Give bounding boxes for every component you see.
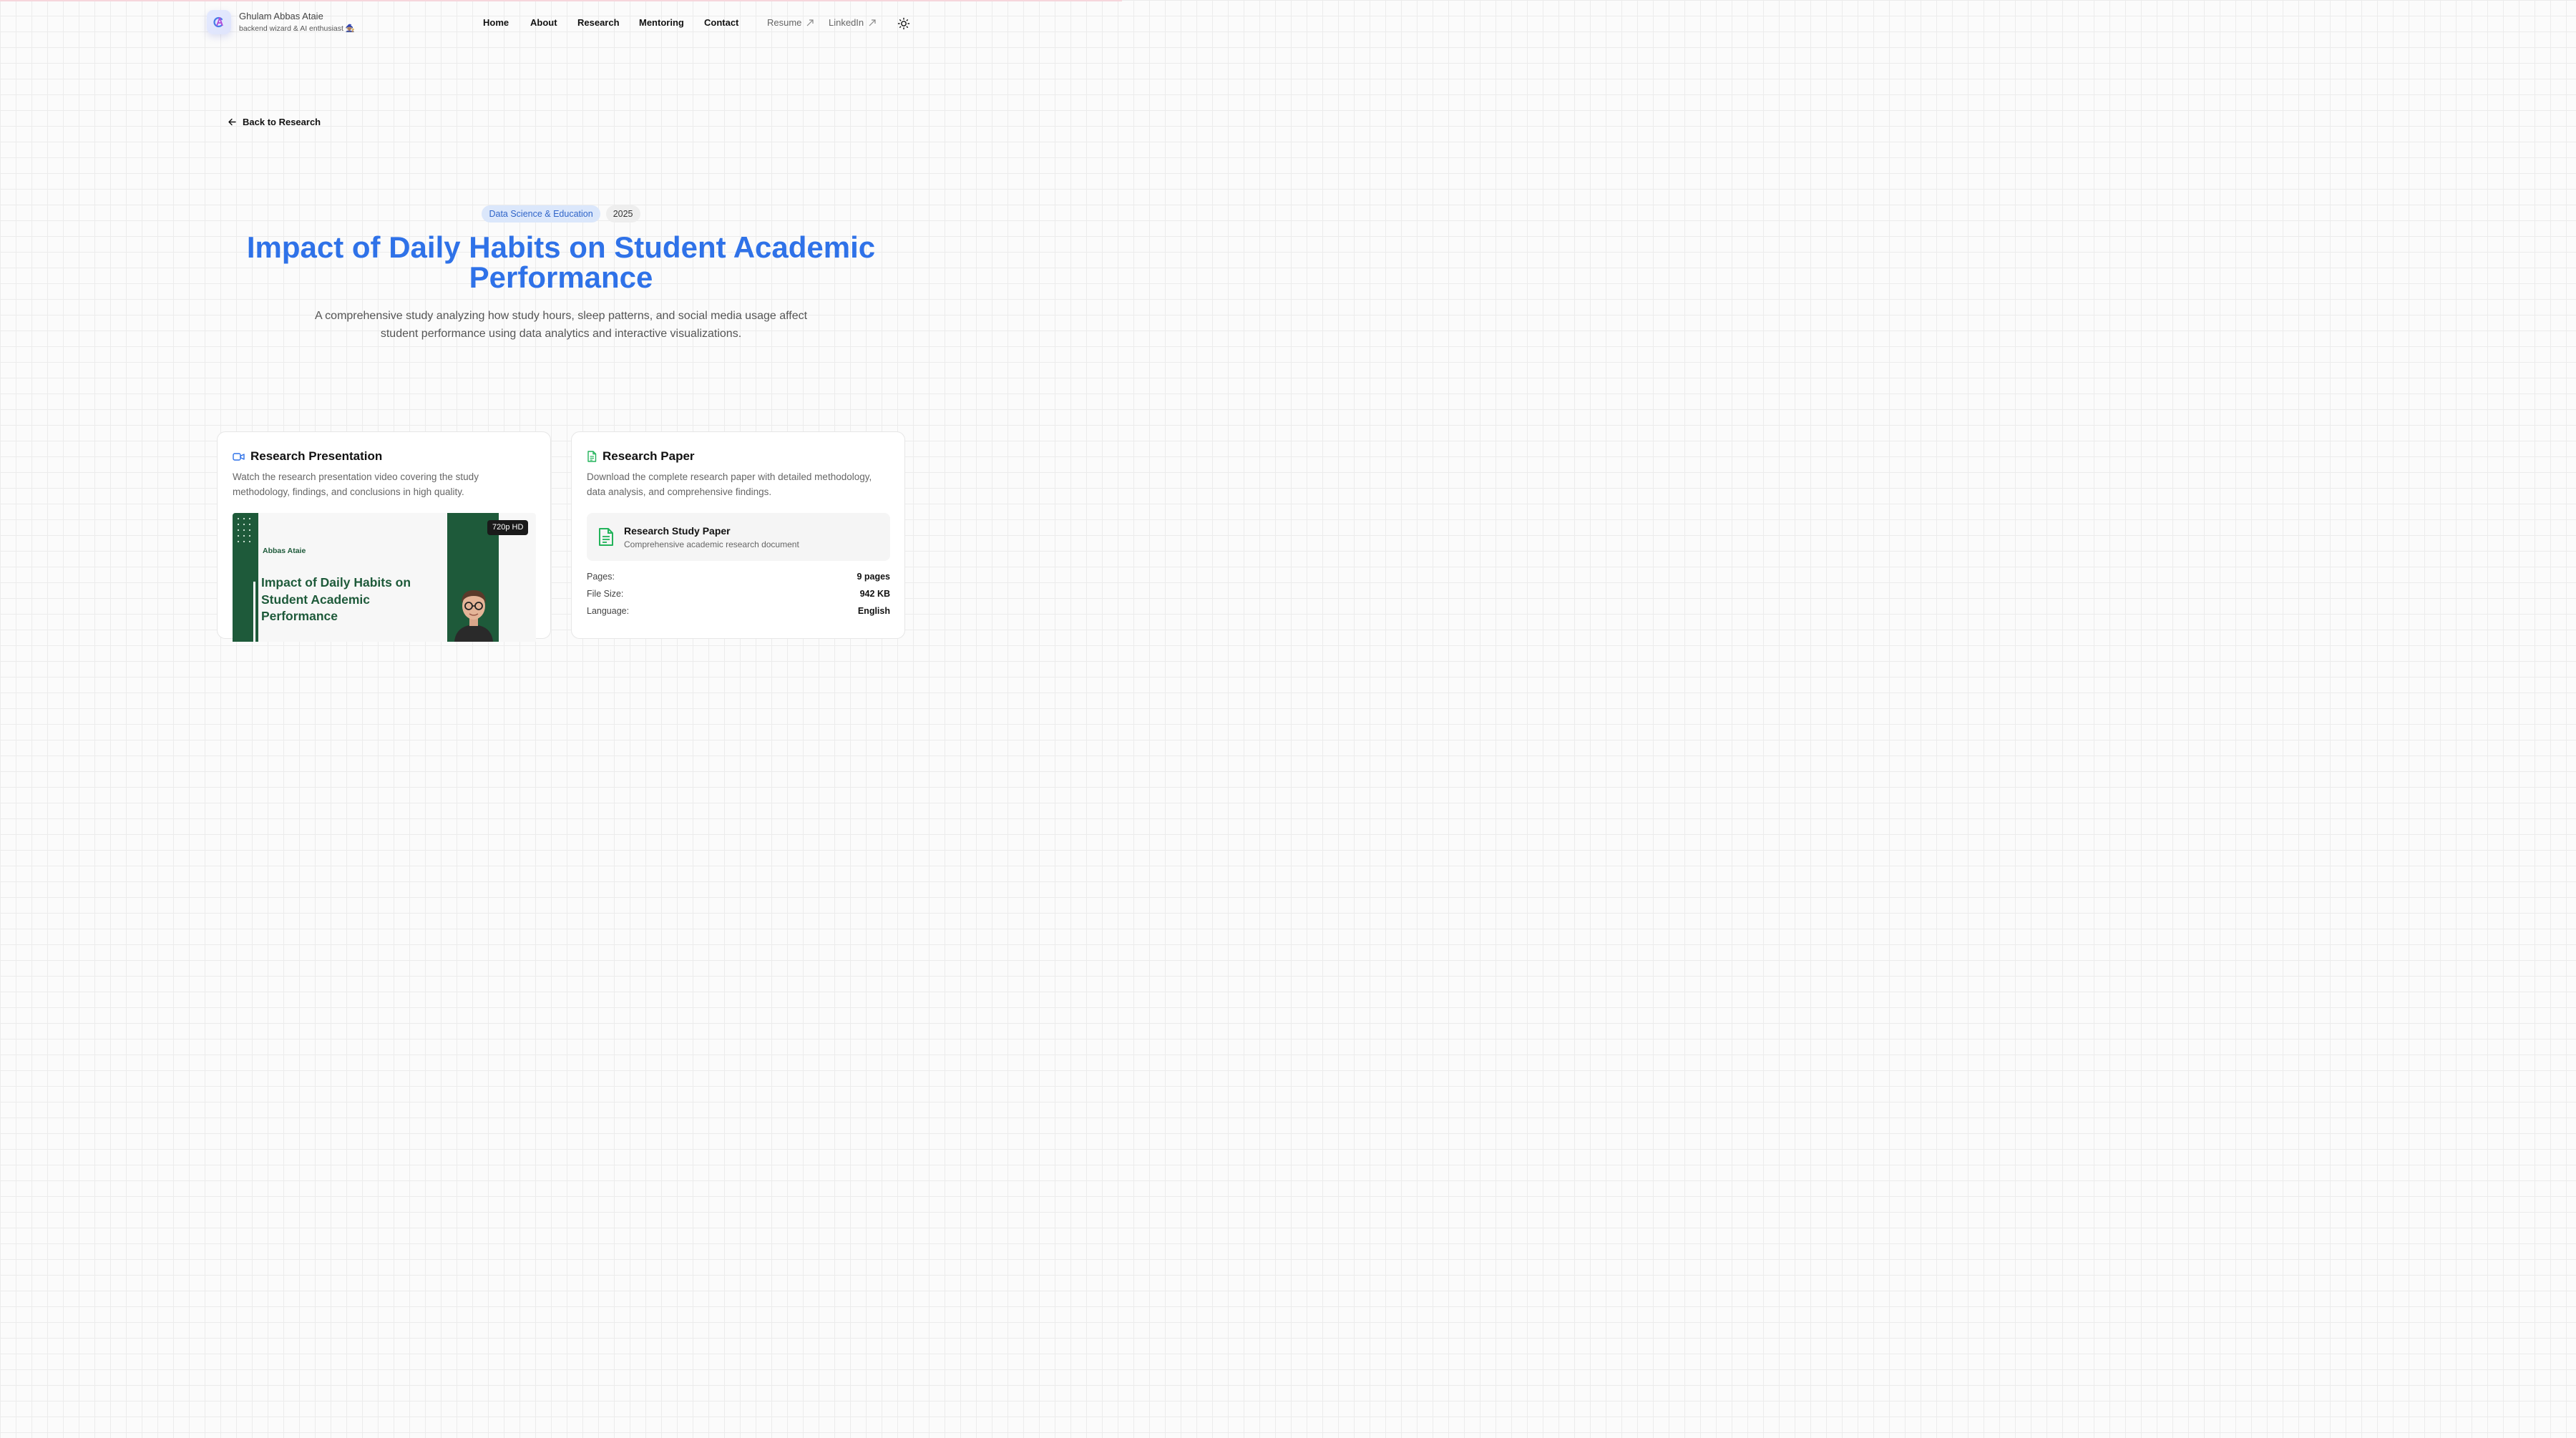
paper-card: Research Paper Download the complete res… bbox=[571, 431, 905, 639]
nav-home[interactable]: Home bbox=[483, 17, 509, 28]
theme-toggle-button[interactable] bbox=[897, 17, 910, 30]
video-dots-pattern bbox=[235, 516, 254, 544]
external-arrow-icon bbox=[806, 19, 814, 26]
presentation-video-player[interactable]: Abbas Ataie Impact of Daily Habits on St… bbox=[233, 513, 536, 642]
nav-about[interactable]: About bbox=[530, 17, 557, 28]
video-slide-author: Abbas Ataie bbox=[263, 547, 306, 555]
presentation-title: Research Presentation bbox=[250, 449, 383, 463]
video-accent-bar bbox=[253, 582, 255, 642]
page-subtitle: A comprehensive study analyzing how stud… bbox=[314, 310, 808, 340]
paper-title: Research Paper bbox=[602, 449, 695, 463]
paper-document-item[interactable]: Research Study Paper Comprehensive acade… bbox=[587, 513, 890, 561]
paper-description: Download the complete research paper wit… bbox=[587, 471, 872, 497]
presentation-description: Watch the research presentation video co… bbox=[233, 471, 479, 497]
nav-linkedin[interactable]: LinkedIn bbox=[829, 17, 877, 28]
site-header: Ghulam Abbas Ataie backend wizard & AI e… bbox=[0, 1, 1122, 46]
presenter-portrait bbox=[454, 590, 493, 642]
external-arrow-icon bbox=[869, 19, 876, 26]
paper-meta-language: Language: English bbox=[587, 606, 890, 619]
meta-label: Language: bbox=[587, 606, 630, 616]
main-nav: Home About Research Mentoring Contact Re… bbox=[0, 17, 1122, 31]
nav-linkedin-label: LinkedIn bbox=[829, 17, 864, 28]
arrow-left-icon bbox=[228, 118, 236, 126]
document-icon bbox=[587, 451, 597, 462]
year-badge: 2025 bbox=[605, 205, 640, 222]
paper-document-subtitle: Comprehensive academic research document bbox=[624, 539, 799, 549]
video-camera-icon bbox=[233, 452, 245, 461]
meta-value: 9 pages bbox=[857, 572, 890, 582]
file-text-icon bbox=[599, 528, 613, 546]
meta-label: Pages: bbox=[587, 572, 615, 582]
nav-research[interactable]: Research bbox=[577, 17, 620, 28]
nav-resume-label: Resume bbox=[767, 17, 802, 28]
meta-value: English bbox=[857, 606, 890, 616]
presentation-card: Research Presentation Watch the research… bbox=[217, 431, 551, 642]
meta-value: 942 KB bbox=[859, 589, 890, 599]
nav-resume[interactable]: Resume bbox=[767, 17, 814, 28]
nav-mentoring[interactable]: Mentoring bbox=[639, 17, 684, 28]
video-quality-badge: 720p HD bbox=[487, 520, 529, 535]
nav-contact[interactable]: Contact bbox=[704, 17, 738, 28]
page-title: Impact of Daily Habits on Student Academ… bbox=[246, 230, 876, 294]
back-to-research-link[interactable]: Back to Research bbox=[228, 117, 321, 127]
back-link-label: Back to Research bbox=[243, 117, 321, 127]
paper-meta-file-size: File Size: 942 KB bbox=[587, 589, 890, 602]
paper-meta-pages: Pages: 9 pages bbox=[587, 572, 890, 585]
category-badge: Data Science & Education bbox=[482, 205, 600, 222]
meta-label: File Size: bbox=[587, 589, 624, 599]
video-slide-sidebar bbox=[233, 513, 258, 642]
sun-icon bbox=[897, 17, 910, 30]
paper-document-name: Research Study Paper bbox=[624, 525, 731, 537]
video-slide-title: Impact of Daily Habits on Student Academ… bbox=[261, 575, 411, 623]
